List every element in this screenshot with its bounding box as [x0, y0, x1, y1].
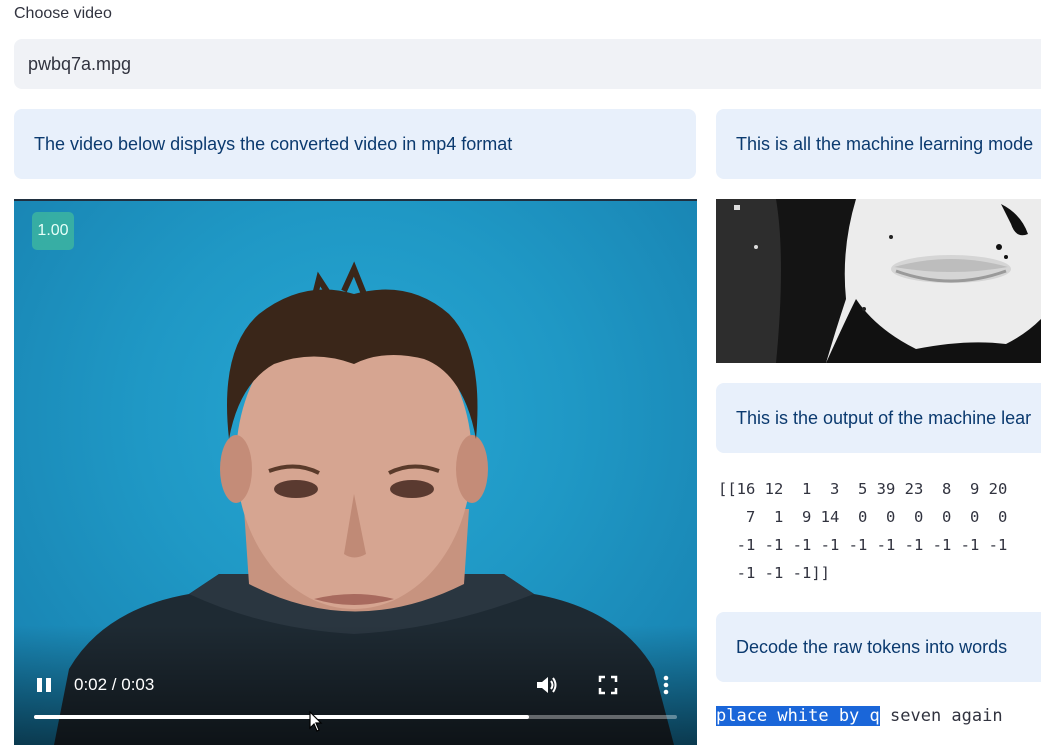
mouse-cursor-icon — [309, 711, 323, 732]
info-decode: Decode the raw tokens into words — [716, 612, 1041, 682]
info-model-input: This is all the machine learning mode — [716, 109, 1041, 179]
decoded-rest-text[interactable]: seven again — [880, 706, 1003, 726]
more-vert-icon-glyph — [663, 675, 669, 695]
token-line: -1 -1 -1]] — [718, 564, 830, 582]
info-decode-text: Decode the raw tokens into words — [736, 636, 1008, 657]
video-time: 0:02 / 0:03 — [74, 675, 155, 694]
info-model-input-text: This is all the machine learning mode — [736, 133, 1034, 154]
decoded-selected-text[interactable]: place white by q — [716, 706, 880, 726]
choose-video-label: Choose video — [14, 5, 112, 22]
pause-bar-left — [37, 678, 42, 692]
fullscreen-icon[interactable] — [596, 673, 620, 697]
fullscreen-icon-glyph — [598, 675, 618, 695]
video-select[interactable]: pwbq7a.mpg — [14, 39, 1041, 89]
raw-tokens-output: [[16 12 1 3 5 39 23 8 9 20 7 1 9 14 0 0 … — [718, 475, 1041, 587]
pause-icon[interactable] — [34, 675, 54, 697]
token-line: -1 -1 -1 -1 -1 -1 -1 -1 -1 -1 — [718, 536, 1008, 554]
volume-icon-glyph — [537, 677, 557, 693]
more-vert-icon[interactable] — [658, 673, 674, 697]
volume-icon[interactable] — [534, 673, 560, 697]
token-line: [[16 12 1 3 5 39 23 8 9 20 — [718, 480, 1008, 498]
pause-bar-right — [46, 678, 51, 692]
info-model-output: This is the output of the machine lear — [716, 383, 1041, 453]
model-input-frame-image — [716, 199, 1041, 363]
info-video-caption: The video below displays the converted v… — [14, 109, 696, 179]
info-video-caption-text: The video below displays the converted v… — [34, 133, 513, 154]
video-progress-fill — [34, 715, 530, 719]
mouth-crop-image — [716, 199, 1041, 363]
playback-speed-badge[interactable]: 1.00 — [32, 212, 74, 250]
video-progress-bar[interactable] — [34, 715, 677, 719]
decoded-words-output: place white by q seven again — [716, 702, 1003, 730]
token-line: 7 1 9 14 0 0 0 0 0 0 — [718, 508, 1008, 526]
video-player[interactable]: 1.00 0:02 / 0:03 — [14, 199, 697, 745]
video-select-value: pwbq7a.mpg — [28, 53, 132, 74]
info-model-output-text: This is the output of the machine lear — [736, 407, 1032, 428]
